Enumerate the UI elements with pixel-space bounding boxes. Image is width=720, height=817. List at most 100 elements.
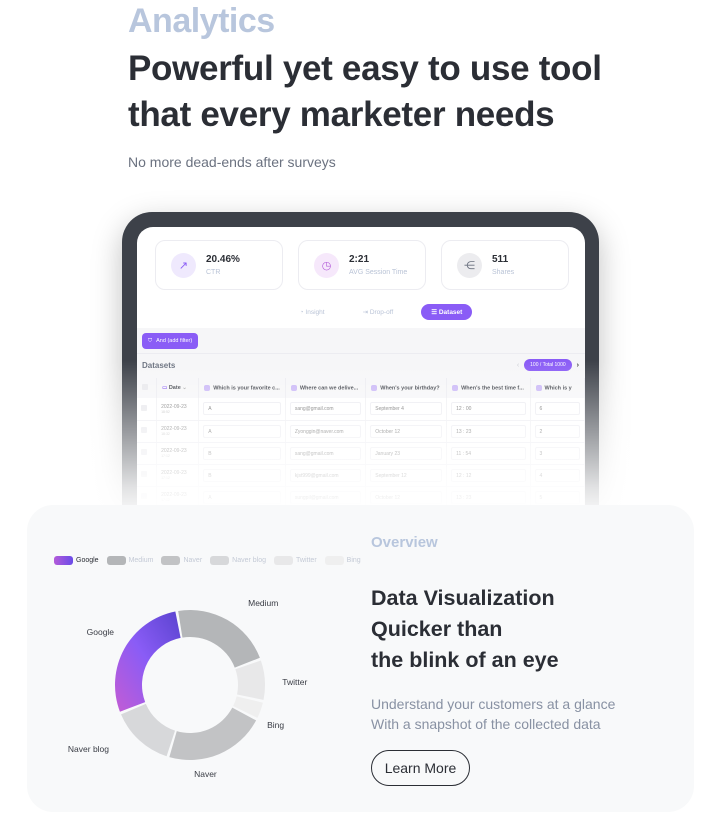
question-icon — [204, 384, 211, 391]
datasets-header: Datasets ‹ 100 / Total 1000 › — [137, 354, 585, 378]
donut-slice-naver-blog[interactable] — [121, 703, 176, 757]
checkbox[interactable] — [142, 384, 148, 390]
answer-value: sang@gmail.com — [289, 402, 362, 416]
legend-label: Google — [76, 557, 99, 564]
answer-value: 13 : 23 — [451, 490, 526, 504]
filter-icon: ⛉ — [148, 337, 153, 344]
row-checkbox-cell[interactable] — [137, 420, 158, 443]
section-eyebrow: Analytics — [128, 2, 275, 40]
legend-item[interactable]: Medium — [106, 556, 153, 565]
column-header[interactable]: When's your birthday? — [365, 378, 448, 398]
overview-eyebrow: Overview — [371, 534, 438, 551]
overview-title: Data Visualization Quicker than the blin… — [371, 583, 671, 676]
donut-slice-google[interactable] — [115, 611, 181, 712]
pie-chart-icon: ◔ — [299, 308, 304, 316]
checkbox[interactable] — [141, 449, 147, 455]
sort-icon[interactable]: ⌄ — [182, 385, 187, 391]
answer-value: 3 — [534, 446, 580, 460]
stats-row: ↗ 20.46% CTR ◷ 2:21 AVG Session Time ⋲ 511… — [155, 240, 569, 290]
tab-label: Drop-off — [369, 309, 394, 316]
overview-title-line-3: the blink of an eye — [371, 648, 559, 672]
donut-slice-twitter[interactable] — [235, 660, 265, 700]
answer-value: October 12 — [370, 424, 443, 438]
column-header[interactable]: Which is your favorite c... — [198, 378, 286, 398]
share-icon: ⋲ — [457, 252, 482, 278]
date-cell: 2022-09-23 18:52 — [156, 398, 200, 421]
question-icon — [371, 384, 378, 391]
dataset-table: ▭ Date ⌄ Which is your favorite c... Where… — [137, 378, 585, 509]
time-value: 17:12 — [161, 476, 170, 480]
answer-value: A — [203, 424, 281, 438]
table-row[interactable]: 2022-09-23 17:12 Bkjst999@gmail.com Septemb… — [137, 464, 585, 487]
column-header-label: When's the best time f... — [461, 385, 524, 392]
answer-cell: January 23 — [365, 442, 448, 465]
clock-icon: ◷ — [314, 252, 339, 278]
row-checkbox-cell[interactable] — [137, 398, 158, 421]
tab-insight[interactable]: ◔ Insight — [290, 305, 335, 320]
hero-headline: Powerful yet easy to use tool that every… — [128, 46, 648, 138]
legend-swatch — [106, 556, 126, 565]
legend-label: Twitter — [296, 557, 317, 564]
slice-label: Medium — [248, 598, 278, 608]
legend-item[interactable]: Google — [54, 556, 99, 565]
legend-label: Naver blog — [232, 557, 267, 564]
dashboard-screen: ↗ 20.46% CTR ◷ 2:21 AVG Session Time ⋲ 511… — [137, 227, 585, 522]
date-cell: 2022-09-23 17:12 — [156, 442, 200, 465]
legend-swatch — [210, 556, 230, 565]
row-checkbox-cell[interactable] — [137, 464, 158, 487]
legend-item[interactable]: Naver blog — [210, 556, 266, 565]
overview-title-line-2: Quicker than — [371, 617, 503, 641]
next-page-button[interactable]: › — [577, 362, 579, 369]
table-row[interactable]: 2022-09-23 18:52 Asang@gmail.com September … — [137, 398, 585, 421]
hero-subtitle: No more dead-ends after surveys — [128, 154, 336, 170]
pagination: ‹ 100 / Total 1000 › — [517, 359, 579, 371]
answer-value: 12 : 00 — [451, 402, 526, 416]
headline-line-1: Powerful yet easy to use tool — [128, 49, 602, 88]
answer-value: September 12 — [370, 468, 443, 482]
legend-swatch — [54, 556, 73, 565]
checkbox[interactable] — [141, 493, 147, 499]
legend-item[interactable]: Naver — [161, 556, 202, 565]
table-row[interactable]: 2022-09-23 17:12 Bsang@gmail.com January 23… — [137, 442, 585, 465]
view-tabs: ◔ Insight ⇥ Drop-off ☰ Dataset — [137, 304, 585, 320]
column-header[interactable]: ▭ Date ⌄ — [156, 378, 200, 398]
answer-cell: 4 — [530, 464, 585, 487]
tab-drop-off[interactable]: ⇥ Drop-off — [353, 304, 404, 320]
answer-value: 13 : 23 — [451, 424, 526, 438]
donut-slice-naver[interactable] — [169, 707, 257, 760]
answer-value: 12 : 12 — [451, 468, 526, 482]
chart-legend: Google Medium Naver Naver blog Twitter Bing — [54, 556, 363, 565]
column-header[interactable]: Where can we delive... — [285, 378, 367, 398]
legend-swatch — [274, 556, 294, 565]
overview-title-line-1: Data Visualization — [371, 586, 555, 610]
answer-cell: 6 — [530, 398, 585, 421]
learn-more-button[interactable]: Learn More — [371, 750, 470, 786]
checkbox[interactable] — [141, 404, 147, 411]
add-filter-button[interactable]: ⛉ And (add filter) — [142, 333, 199, 349]
tab-label: Insight — [305, 308, 325, 316]
answer-value: B — [203, 468, 281, 482]
column-header[interactable]: When's the best time f... — [446, 378, 531, 398]
legend-label: Bing — [346, 557, 361, 564]
legend-item[interactable]: Twitter — [274, 556, 317, 565]
answer-cell: 13 : 23 — [446, 420, 531, 443]
tab-dataset[interactable]: ☰ Dataset — [421, 304, 473, 320]
checkbox[interactable] — [141, 471, 147, 477]
page-indicator: 100 / Total 1000 — [524, 359, 572, 371]
table-row[interactable]: 2022-09-23 18:32 A Zyonggin@naver.com Octobe… — [137, 420, 585, 443]
time-value: 17:12 — [161, 498, 170, 502]
answer-value: September 4 — [370, 402, 443, 416]
checkbox[interactable] — [141, 427, 147, 433]
answer-value: 6 — [534, 402, 580, 416]
legend-item[interactable]: Bing — [324, 556, 361, 565]
column-header-label: Which is y — [544, 385, 572, 392]
prev-page-button[interactable]: ‹ — [517, 362, 519, 369]
answer-cell: September 4 — [365, 398, 448, 421]
select-all-checkbox-cell[interactable] — [137, 378, 158, 398]
time-value: 17:12 — [161, 454, 170, 458]
column-header[interactable]: Which is y — [530, 378, 585, 398]
row-checkbox-cell[interactable] — [137, 442, 158, 465]
answer-value: sang@gmail.com — [289, 446, 362, 460]
stat-label: CTR — [206, 269, 221, 276]
donut-slice-medium[interactable] — [178, 610, 260, 668]
